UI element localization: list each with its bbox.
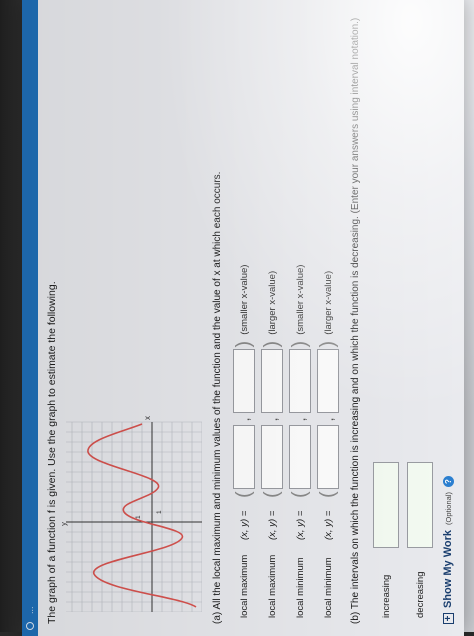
function-graph: y x 1 1	[62, 416, 202, 612]
close-paren: )	[289, 340, 311, 348]
increasing-input[interactable]	[373, 462, 399, 548]
local-max-2-x-input[interactable]	[261, 425, 283, 490]
row-note: (smaller x-value)	[238, 264, 250, 335]
local-max-1-y-input[interactable]	[233, 349, 255, 414]
local-min-row-2: local minimum (x, y) = ( , ) (larger x-v…	[316, 271, 340, 618]
header-circle-icon	[26, 622, 34, 630]
increasing-label: increasing	[380, 574, 392, 618]
decreasing-input[interactable]	[407, 462, 433, 548]
open-paren: (	[289, 491, 311, 498]
close-paren: )	[233, 340, 255, 348]
row-label: local minimum	[294, 557, 306, 618]
decreasing-row: decreasing	[406, 462, 434, 618]
local-min-1-y-input[interactable]	[289, 349, 311, 414]
show-my-work-button[interactable]: + Show My Work (Optional) ?	[442, 476, 454, 624]
close-paren: )	[261, 340, 283, 348]
increasing-row: increasing	[372, 462, 400, 618]
question-header-bar: ...	[22, 0, 38, 636]
row-label: local minimum	[322, 557, 334, 618]
problem-prompt: The graph of a function f is given. Use …	[46, 281, 58, 624]
row-note: (larger x-value)	[266, 270, 278, 335]
xy-label: (x, y) =	[322, 510, 334, 540]
xy-label: (x, y) =	[294, 510, 306, 540]
help-icon[interactable]: ?	[442, 476, 454, 488]
y-tick-label: 1	[135, 515, 142, 519]
local-max-row-2: local maximum (x, y) = ( , ) (larger x-v…	[260, 271, 284, 618]
comma: ,	[264, 417, 280, 422]
local-min-2-y-input[interactable]	[317, 349, 339, 414]
xy-label: (x, y) =	[238, 510, 250, 540]
open-paren: (	[261, 491, 283, 498]
header-title: ...	[25, 606, 35, 614]
row-label: local maximum	[238, 554, 250, 618]
expand-plus-icon: +	[442, 613, 454, 624]
local-min-2-x-input[interactable]	[317, 425, 339, 490]
local-max-row-1: local maximum (x, y) = ( , ) (smaller x-…	[232, 265, 256, 618]
comma: ,	[236, 417, 252, 422]
optional-label: (Optional)	[443, 492, 453, 525]
browser-screen: ... The graph of a function f is given. …	[22, 0, 464, 636]
open-paren: (	[233, 491, 255, 498]
row-note: (larger x-value)	[322, 270, 334, 335]
part-a-instruction: (a) All the local maximum and minimum va…	[212, 171, 223, 624]
local-max-2-y-input[interactable]	[261, 349, 283, 414]
show-my-work-label: Show My Work	[442, 529, 454, 608]
x-axis-label: x	[143, 416, 152, 420]
xy-label: (x, y) =	[266, 510, 278, 540]
grid-lines	[66, 421, 202, 612]
row-label: local maximum	[266, 554, 278, 618]
y-axis-label: y	[62, 522, 68, 526]
comma: ,	[320, 417, 336, 422]
open-paren: (	[317, 491, 339, 498]
local-min-row-1: local minimum (x, y) = ( , ) (smaller x-…	[288, 265, 312, 618]
local-min-1-x-input[interactable]	[289, 425, 311, 490]
x-tick-label: 1	[156, 510, 163, 514]
row-note: (smaller x-value)	[294, 264, 306, 335]
close-paren: )	[317, 340, 339, 348]
local-max-1-x-input[interactable]	[233, 425, 255, 490]
decreasing-label: decreasing	[414, 571, 426, 618]
part-b-instruction: (b) The intervals on which the function …	[350, 17, 361, 624]
comma: ,	[292, 417, 308, 422]
